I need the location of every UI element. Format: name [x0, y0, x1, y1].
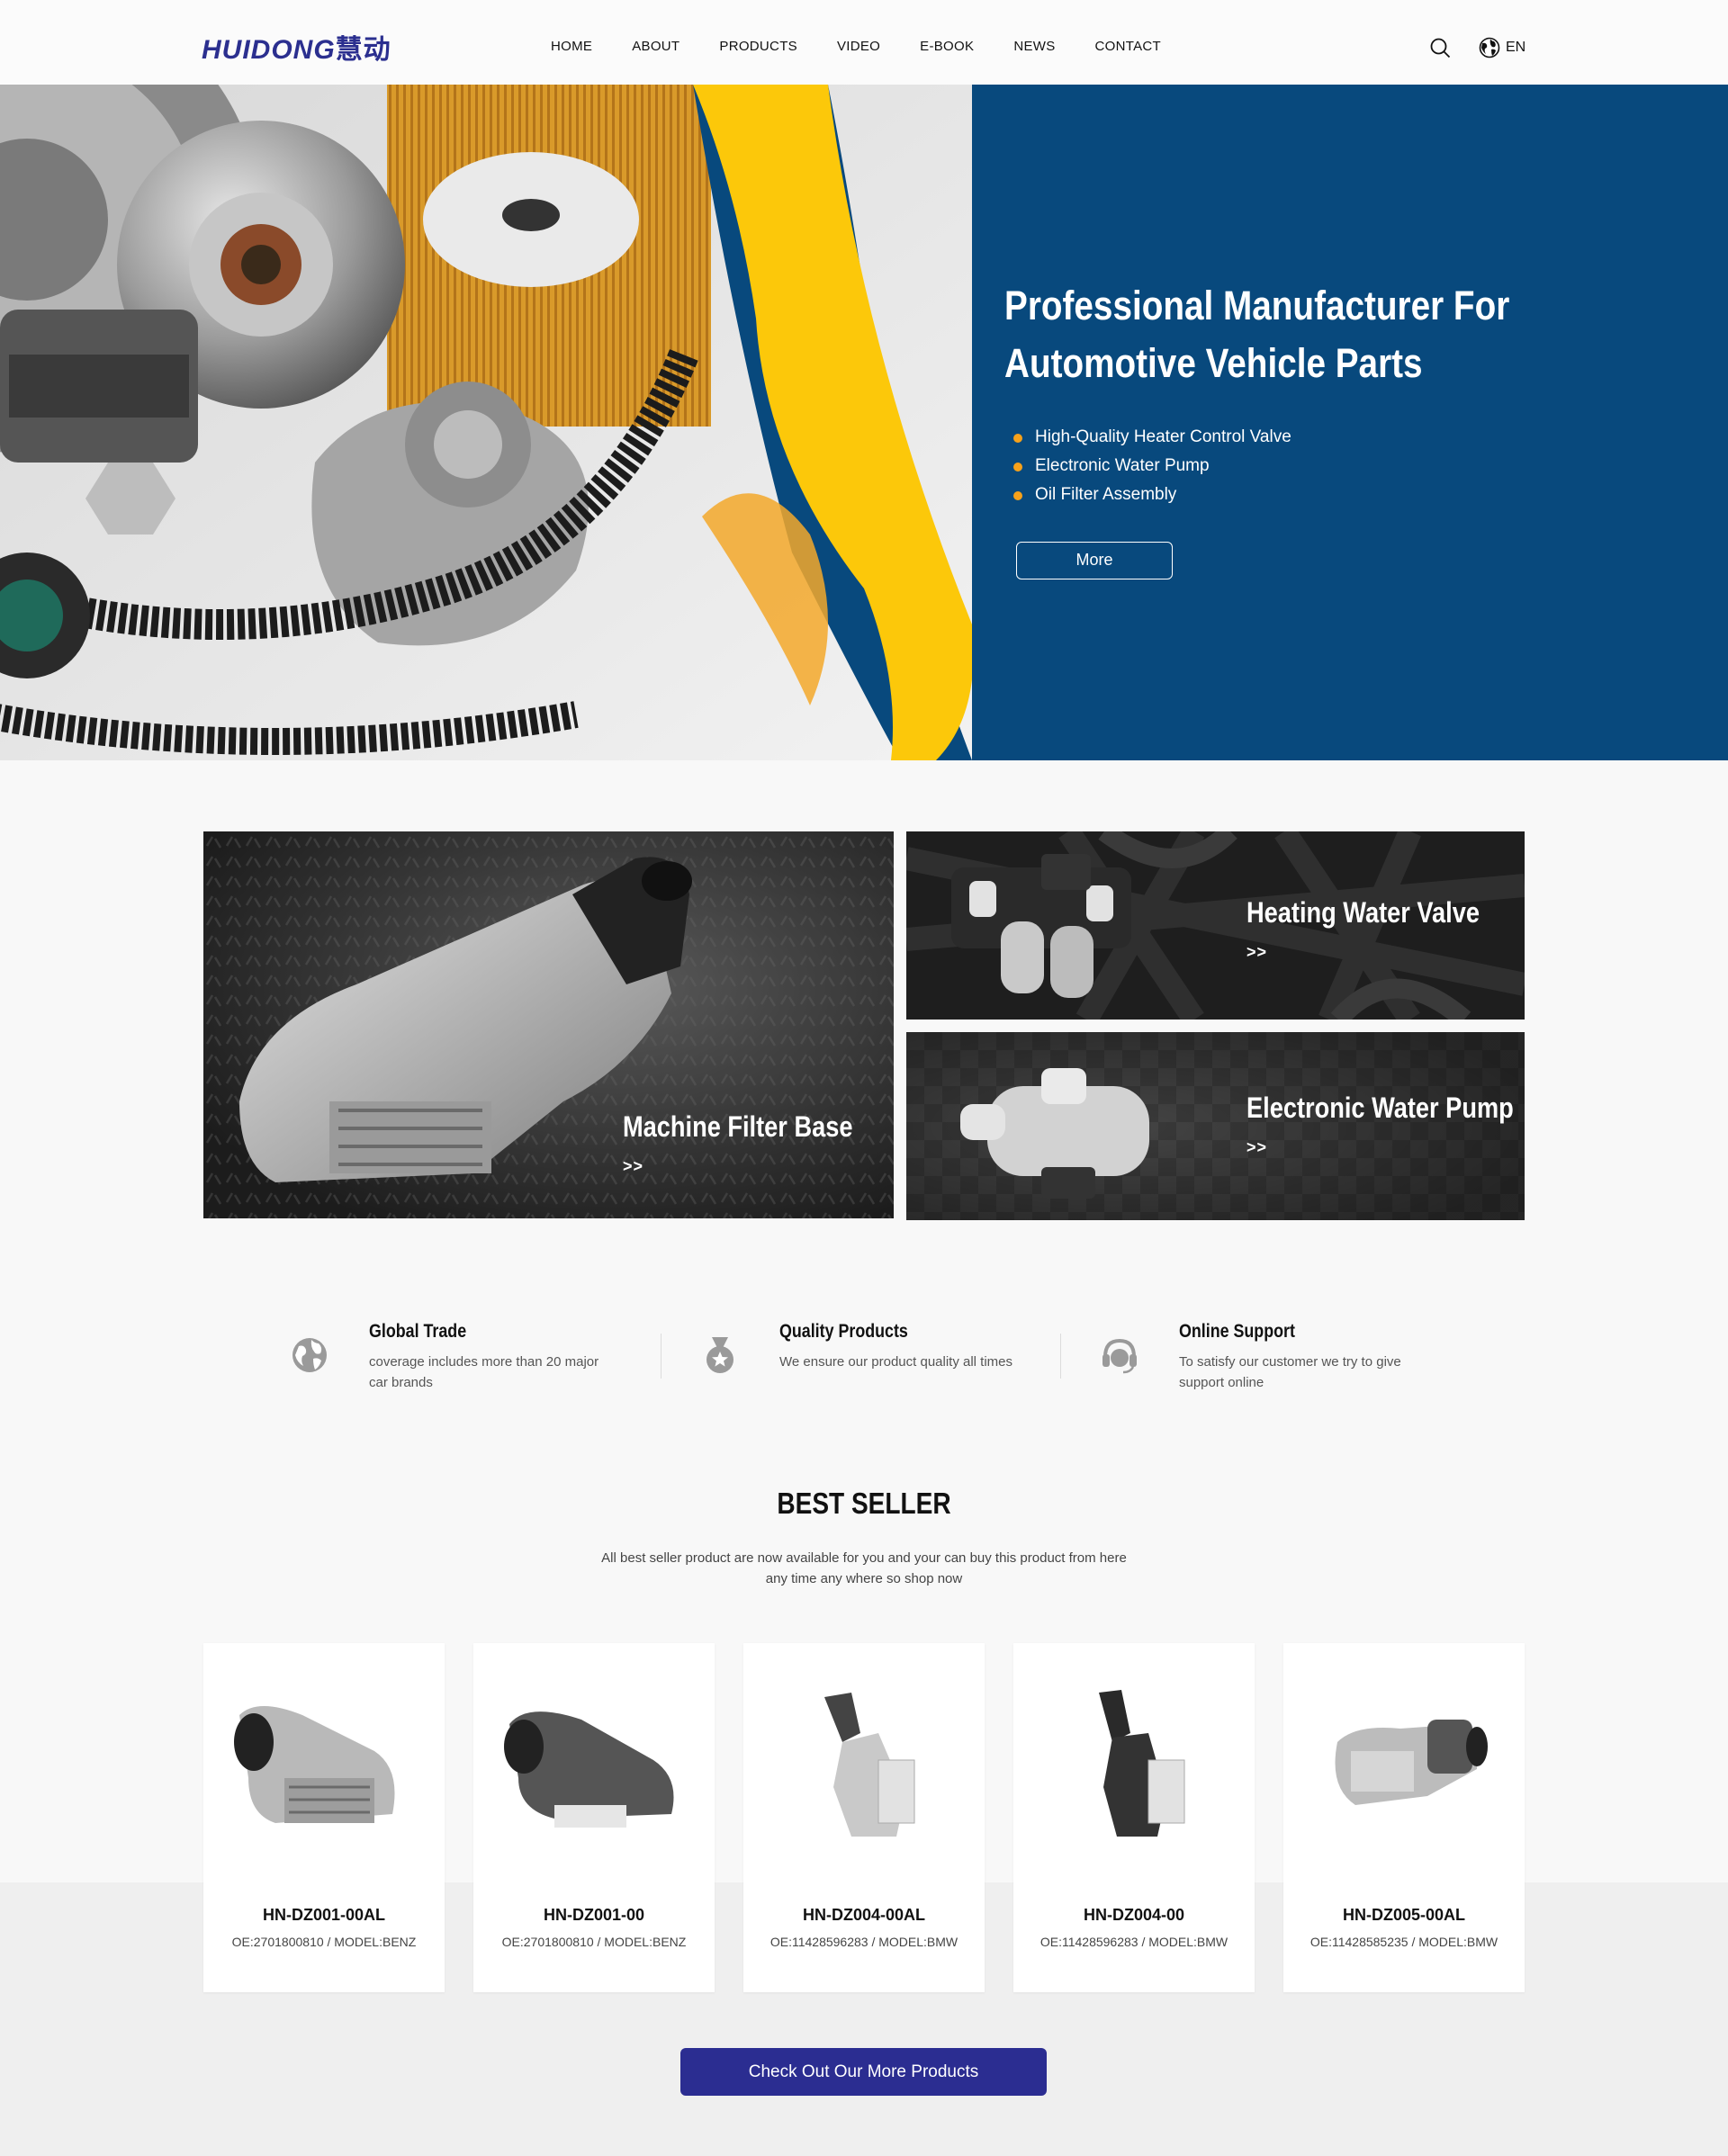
product-info: OE:11428585235 / MODEL:BMW	[1310, 1935, 1498, 1949]
product-card[interactable]: HN-DZ005-00AL OE:11428585235 / MODEL:BMW	[1283, 1643, 1525, 1992]
feature-title: Global Trade	[369, 1321, 467, 1342]
feature-title: Online Support	[1179, 1321, 1295, 1342]
feature-desc: coverage includes more than 20 major car…	[369, 1354, 599, 1390]
product-info: OE:11428596283 / MODEL:BMW	[770, 1935, 958, 1949]
product-info: OE:2701800810 / MODEL:BENZ	[231, 1935, 417, 1949]
hero-auto-parts-image	[0, 85, 972, 760]
nav-about[interactable]: ABOUT	[632, 39, 680, 54]
hero-bullet: Electronic Water Pump	[1013, 452, 1292, 481]
product-image	[1335, 1720, 1488, 1805]
headset-icon	[1102, 1338, 1137, 1374]
logo[interactable]: HUIDONG慧动	[202, 27, 392, 67]
globe-icon	[292, 1338, 327, 1372]
tile-arrow: >>	[1246, 1138, 1268, 1156]
best-seller-title: BEST SELLER	[777, 1487, 951, 1520]
hero-title: Professional Manufacturer For Automotive…	[1004, 283, 1510, 386]
nav-ebook[interactable]: E-BOOK	[920, 39, 974, 54]
tile-arrow: >>	[1246, 943, 1268, 961]
product-image	[824, 1693, 915, 1837]
hero-more-button[interactable]: More	[1016, 542, 1173, 579]
hero-bullet-list: High-Quality Heater Control Valve Electr…	[1013, 423, 1292, 509]
logo-text: HUIDONG	[202, 35, 336, 65]
feature-desc: To satisfy our customer we try to give s…	[1179, 1354, 1401, 1390]
category-tile-electronic-water-pump[interactable]: Electronic Water Pump >>	[906, 1032, 1525, 1220]
product-image	[1099, 1690, 1185, 1837]
language-selector[interactable]: EN	[1479, 37, 1526, 58]
site-header: HUIDONG慧动 HOME ABOUT PRODUCTS VIDEO E-BO…	[0, 0, 1728, 85]
nav-video[interactable]: VIDEO	[837, 39, 880, 54]
lang-label: EN	[1506, 40, 1526, 55]
logo-cn: 慧动	[335, 35, 392, 65]
product-image	[234, 1706, 395, 1823]
product-name: HN-DZ001-00AL	[262, 1906, 386, 1924]
hero-bullet: Oil Filter Assembly	[1013, 481, 1292, 509]
nav-home[interactable]: HOME	[551, 39, 592, 54]
hero-banner: Professional Manufacturer For Automotive…	[0, 85, 1728, 760]
best-seller-subtitle: All best seller product are now availabl…	[601, 1550, 1127, 1586]
nav-products[interactable]: PRODUCTS	[719, 39, 797, 54]
tile-label: Electronic Water Pump	[1246, 1091, 1514, 1124]
product-name: HN-DZ004-00	[1083, 1906, 1185, 1924]
feature-desc: We ensure our product quality all times	[779, 1354, 1013, 1370]
medal-icon	[706, 1337, 734, 1373]
product-card[interactable]: HN-DZ001-00 OE:2701800810 / MODEL:BENZ	[473, 1643, 715, 1992]
product-card[interactable]: HN-DZ004-00AL OE:11428596283 / MODEL:BMW	[743, 1643, 985, 1992]
nav-contact[interactable]: CONTACT	[1095, 39, 1161, 54]
category-tile-machine-filter-base[interactable]: Machine Filter Base >>	[203, 831, 894, 1218]
category-tile-heating-water-valve[interactable]: Heating Water Valve >>	[906, 831, 1525, 1020]
more-products-button[interactable]: Check Out Our More Products	[680, 2048, 1047, 2096]
feature-title: Quality Products	[779, 1321, 908, 1342]
feature-divider	[1060, 1334, 1061, 1379]
product-card[interactable]: HN-DZ004-00 OE:11428596283 / MODEL:BMW	[1013, 1643, 1255, 1992]
hero-bullet: High-Quality Heater Control Valve	[1013, 423, 1292, 452]
electronic-water-pump-image	[906, 1032, 1525, 1220]
tile-arrow: >>	[623, 1157, 644, 1175]
product-name: HN-DZ004-00AL	[802, 1906, 926, 1924]
product-name: HN-DZ001-00	[543, 1906, 645, 1924]
globe-icon	[1479, 37, 1500, 58]
product-info: OE:2701800810 / MODEL:BENZ	[501, 1935, 687, 1949]
feature-divider	[661, 1334, 662, 1379]
main-nav: HOME ABOUT PRODUCTS VIDEO E-BOOK NEWS CO…	[551, 39, 1201, 54]
search-icon[interactable]	[1429, 37, 1451, 58]
product-image	[504, 1711, 674, 1828]
nav-news[interactable]: NEWS	[1013, 39, 1055, 54]
machine-filter-base-image	[203, 831, 894, 1218]
product-info: OE:11428596283 / MODEL:BMW	[1040, 1935, 1228, 1949]
tile-label: Machine Filter Base	[623, 1110, 853, 1143]
product-card[interactable]: HN-DZ001-00AL OE:2701800810 / MODEL:BENZ	[203, 1643, 445, 1992]
product-name: HN-DZ005-00AL	[1342, 1906, 1466, 1924]
tile-label: Heating Water Valve	[1246, 896, 1480, 929]
